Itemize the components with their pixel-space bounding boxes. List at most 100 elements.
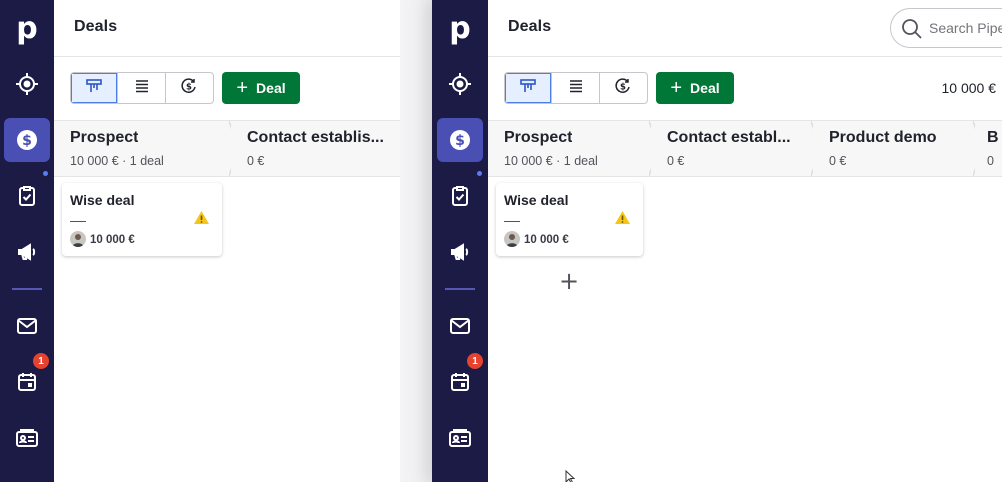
list-view-button[interactable] [552, 73, 600, 103]
nav-item-activities[interactable] [437, 174, 483, 218]
nav-divider [445, 288, 475, 290]
nav-item-contacts[interactable] [437, 416, 483, 460]
deal-value: 10 000 € [90, 234, 135, 246]
kanban-view-icon [86, 78, 102, 98]
pipedrive-logo[interactable]: p [0, 8, 54, 48]
pipeline-stages: Prospect 10 000 € · 1 deal Contact estab… [488, 120, 1002, 177]
stage-name: Product demo [829, 129, 937, 146]
forecast-view-icon: $ [181, 77, 197, 99]
add-deal-button[interactable]: + Deal [222, 72, 300, 104]
forecast-view-button[interactable]: $ [600, 73, 647, 103]
deal-title: Wise deal [504, 192, 569, 208]
deal-org-placeholder [504, 221, 520, 222]
stage-column-contact[interactable]: Contact establ... 0 € [651, 121, 821, 176]
warning-icon[interactable] [193, 210, 210, 225]
deals-board: Wise deal 10 000 € [54, 177, 416, 482]
view-switcher: $ [504, 72, 648, 104]
nav-sidebar: p $ 1 [0, 0, 54, 482]
mail-icon [448, 314, 472, 338]
svg-text:$: $ [186, 82, 192, 92]
deals-toolbar: $ + Deal [54, 58, 416, 120]
stage-summary: 0 € [247, 154, 265, 168]
contacts-card-icon [14, 426, 40, 450]
target-icon [15, 72, 39, 96]
warning-icon[interactable] [614, 210, 631, 225]
calendar-badge: 1 [33, 353, 49, 369]
list-view-icon [568, 79, 584, 98]
checklist-icon [448, 184, 472, 208]
mail-icon [15, 314, 39, 338]
stage-name: Prospect [504, 129, 573, 146]
forecast-view-button[interactable]: $ [166, 73, 213, 103]
stage-name: B [987, 129, 999, 146]
stage-column-prospect[interactable]: Prospect 10 000 € · 1 deal [488, 121, 659, 176]
deal-card[interactable]: Wise deal 10 000 € [496, 183, 643, 256]
page-title: Deals [508, 18, 552, 35]
svg-text:$: $ [22, 133, 32, 149]
nav-item-leads[interactable] [4, 62, 50, 106]
nav-item-contacts[interactable] [4, 416, 50, 460]
pipedrive-logo[interactable]: p [432, 8, 488, 48]
calendar-icon [15, 370, 39, 394]
megaphone-icon [15, 240, 39, 264]
view-switcher: $ [70, 72, 214, 104]
search-icon [902, 19, 922, 39]
right-app-window: p $ 1 Deals Search Pipe $ + Deal 10 000 … [432, 0, 1002, 482]
stage-column-prospect[interactable]: Prospect 10 000 € · 1 deal [54, 121, 239, 176]
top-bar: Deals [54, 0, 416, 57]
pipeline-stages: Prospect 10 000 € · 1 deal Contact estab… [54, 120, 416, 177]
stage-name: Prospect [70, 129, 139, 146]
dollar-icon: $ [448, 128, 472, 152]
forecast-view-icon: $ [615, 77, 631, 99]
stage-column-partial[interactable]: B 0 [975, 121, 1002, 176]
pipeline-total: 10 000 € [941, 80, 997, 96]
avatar [70, 231, 86, 247]
checklist-icon [15, 184, 39, 208]
stage-name: Contact establ... [667, 129, 791, 146]
deals-board: Wise deal 10 000 € + [488, 177, 1002, 482]
stage-column-contact[interactable]: Contact establis... 0 € [231, 121, 416, 176]
stage-summary: 10 000 € · 1 deal [504, 154, 598, 168]
megaphone-icon [448, 240, 472, 264]
svg-text:$: $ [620, 82, 626, 92]
add-deal-plus-button[interactable]: + [559, 269, 579, 293]
calendar-badge: 1 [467, 353, 483, 369]
list-view-icon [134, 79, 150, 98]
contacts-card-icon [447, 426, 473, 450]
nav-item-deals[interactable]: $ [4, 118, 50, 162]
top-bar: Deals Search Pipedrive [488, 0, 1002, 57]
panel-gap [400, 0, 432, 482]
stage-column-product-demo[interactable]: Product demo 0 € [813, 121, 983, 176]
deal-card[interactable]: Wise deal 10 000 € [62, 183, 222, 256]
deal-title: Wise deal [70, 192, 135, 208]
search-placeholder: Search Pipedrive [929, 20, 1002, 36]
stage-summary: 10 000 € · 1 deal [70, 154, 164, 168]
calendar-icon [448, 370, 472, 394]
nav-sidebar: p $ 1 [432, 0, 488, 482]
kanban-view-button[interactable] [505, 73, 553, 103]
comparison-stage: p $ 1 Deals $ + Deal Prospect 10 000 € ·… [0, 0, 1002, 482]
deal-org-placeholder [70, 221, 86, 222]
svg-text:$: $ [455, 133, 465, 149]
nav-item-campaigns[interactable] [4, 230, 50, 274]
kanban-view-button[interactable] [71, 73, 119, 103]
page-title: Deals [74, 18, 118, 35]
kanban-view-icon [520, 78, 536, 98]
add-deal-label: Deal [690, 80, 720, 96]
nav-item-leads[interactable] [437, 62, 483, 106]
search-input[interactable]: Search Pipedrive [890, 8, 1002, 48]
stage-summary: 0 € [829, 154, 847, 168]
nav-item-mail[interactable] [437, 304, 483, 348]
plus-icon: + [236, 77, 249, 99]
deals-toolbar: $ + Deal 10 000 € [488, 58, 1002, 120]
nav-item-deals[interactable]: $ [437, 118, 483, 162]
nav-divider [12, 288, 42, 290]
add-deal-label: Deal [256, 80, 286, 96]
list-view-button[interactable] [118, 73, 166, 103]
mouse-cursor-icon [565, 470, 575, 482]
stage-summary: 0 € [667, 154, 685, 168]
nav-item-activities[interactable] [4, 174, 50, 218]
add-deal-button[interactable]: + Deal [656, 72, 734, 104]
nav-item-campaigns[interactable] [437, 230, 483, 274]
nav-item-mail[interactable] [4, 304, 50, 348]
